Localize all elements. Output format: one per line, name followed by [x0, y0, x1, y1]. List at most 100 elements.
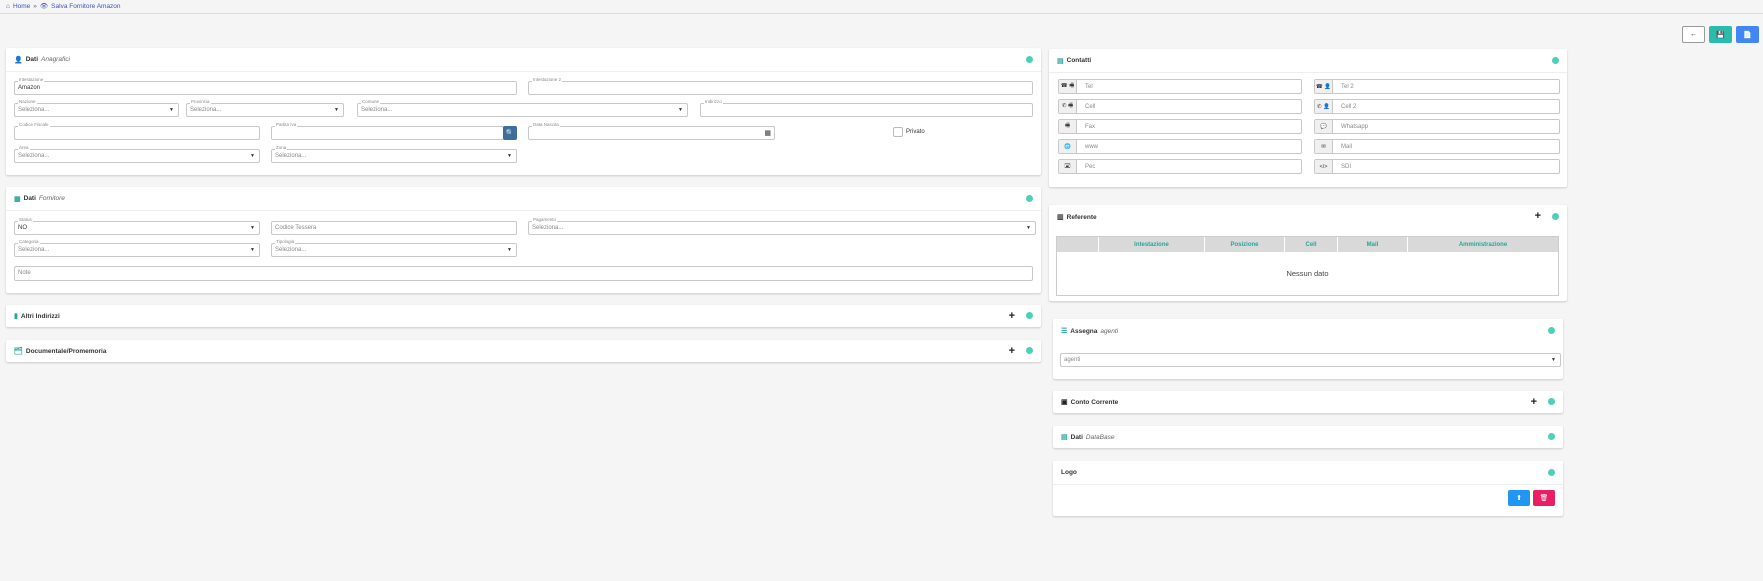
area-label: Area — [18, 145, 30, 150]
comune-select[interactable]: Comune Seleziona... ▼ — [357, 99, 688, 117]
pec-field[interactable]: 🖃 Pec — [1058, 159, 1302, 174]
table-header: Intestazione Posizione Cell Mail Amminis… — [1057, 237, 1558, 252]
cell-field[interactable]: ✆ 🖷 Cell — [1058, 99, 1302, 114]
col-intestazione[interactable]: Intestazione — [1099, 237, 1205, 252]
folder-icon: 🗂 — [14, 348, 23, 355]
add-icon[interactable]: + — [1531, 396, 1537, 408]
col-posizione[interactable]: Posizione — [1205, 237, 1285, 252]
breadcrumb-home[interactable]: Home — [13, 3, 30, 10]
status-dot[interactable] — [1026, 347, 1033, 354]
area-select[interactable]: Area Seleziona... ▼ — [14, 145, 260, 163]
sdi-field[interactable]: </> SDI — [1314, 159, 1560, 174]
card-title: ▥ Referente — [1057, 213, 1097, 222]
note-field[interactable]: Note — [14, 266, 1033, 281]
codice-tessera-field[interactable]: Codice Tessera — [271, 221, 517, 235]
add-icon[interactable]: + — [1009, 345, 1015, 357]
fax-field[interactable]: 🖷 Fax — [1058, 119, 1302, 134]
card-header: ▥ Referente + — [1049, 205, 1567, 229]
status-dot[interactable] — [1026, 195, 1033, 202]
cell2-field[interactable]: ✆ 👤 Cell 2 — [1314, 99, 1560, 114]
privato-label: Privato — [906, 129, 925, 135]
card-header[interactable]: 🗂 Documentale/Promemoria + — [6, 340, 1041, 362]
data-nascita-field[interactable]: Data Nascita ▦ — [528, 122, 775, 140]
status-dot[interactable] — [1552, 57, 1559, 64]
delete-logo-button[interactable]: 🗑 — [1533, 490, 1555, 506]
fax-placeholder: Fax — [1085, 123, 1096, 130]
mail-placeholder: Mail — [1341, 143, 1353, 150]
mobile-fax-icon: ✆ 🖷 — [1059, 100, 1077, 113]
partita-iva-field[interactable]: Partita Iva — [271, 122, 504, 140]
search-icon: 🔍 — [505, 130, 515, 137]
tel2-field[interactable]: ☎ 👤 Tel 2 — [1314, 79, 1560, 94]
chevron-down-icon: ▼ — [250, 225, 255, 231]
title-main: Documentale/Promemoria — [25, 347, 107, 355]
save-button[interactable]: 💾 — [1709, 26, 1732, 43]
status-dot[interactable] — [1548, 469, 1555, 476]
status-dot[interactable] — [1552, 213, 1559, 220]
intestazione-value: Amazon — [18, 85, 41, 91]
cell2-placeholder: Cell 2 — [1341, 103, 1357, 110]
www-field[interactable]: 🌐 www — [1058, 139, 1302, 154]
agenti-select[interactable]: agenti ▼ — [1060, 353, 1561, 367]
title-sub: Anagrafici — [41, 56, 70, 63]
intestazione-field[interactable]: Intestazione Amazon — [14, 77, 517, 95]
privato-checkbox[interactable] — [893, 127, 903, 137]
card-header[interactable]: ▤ Dati DataBase — [1053, 426, 1563, 448]
categoria-select[interactable]: Categoria Seleziona... ▼ — [14, 239, 260, 257]
intestazione2-label: Intestazione 2 — [532, 77, 563, 82]
zona-label: Zona — [275, 145, 288, 150]
add-icon[interactable]: + — [1535, 210, 1541, 222]
cell-placeholder: Cell — [1085, 103, 1096, 110]
card-conto-corrente: ▣ Conto Corrente + — [1053, 391, 1563, 413]
mail-field[interactable]: ✉ Mail — [1314, 139, 1560, 154]
whatsapp-field[interactable]: 💬 Whatsapp — [1314, 119, 1560, 134]
tel-placeholder: Tel — [1085, 83, 1093, 90]
chevron-down-icon: ▼ — [334, 107, 339, 113]
intestazione2-field[interactable]: Intestazione 2 — [528, 77, 1033, 95]
status-select[interactable]: Status NO ▼ — [14, 217, 260, 235]
tel-field[interactable]: ☎ 🖷 Tel — [1058, 79, 1302, 94]
zona-select[interactable]: Zona Seleziona... ▼ — [271, 145, 517, 163]
card-dati-database: ▤ Dati DataBase — [1053, 426, 1563, 448]
document-button[interactable]: 📄 — [1736, 26, 1759, 43]
partita-iva-label: Partita Iva — [275, 122, 298, 127]
user-icon: 👤 — [14, 56, 23, 64]
title-sub: Fornitore — [38, 195, 65, 202]
partita-iva-search-button[interactable]: 🔍 — [503, 126, 517, 140]
status-dot[interactable] — [1548, 433, 1555, 440]
col-cell[interactable]: Cell — [1285, 237, 1338, 252]
breadcrumb-separator: » — [33, 2, 37, 10]
tel2-placeholder: Tel 2 — [1341, 83, 1354, 90]
chevron-down-icon: ▼ — [250, 153, 255, 159]
status-dot[interactable] — [1026, 312, 1033, 319]
status-dot[interactable] — [1026, 56, 1033, 63]
breadcrumb-current[interactable]: Salva Fornitore Amazon — [51, 3, 120, 10]
card-header[interactable]: ▮ Altri Indirizzi + — [6, 305, 1041, 327]
col-amministrazione[interactable]: Amministrazione — [1408, 237, 1558, 252]
title-main: Dati — [1070, 433, 1083, 441]
status-dot[interactable] — [1548, 327, 1555, 334]
chevron-down-icon: ▼ — [507, 247, 512, 253]
status-dot[interactable] — [1548, 398, 1555, 405]
table-empty-message: Nessun dato — [1057, 252, 1558, 295]
upload-logo-button[interactable]: ⬆ — [1508, 490, 1530, 506]
indirizzo-field[interactable]: Indirizzo — [700, 99, 1033, 117]
pagamento-select[interactable]: Pagamento Seleziona... ▼ — [528, 217, 1036, 235]
header-divider — [0, 13, 1763, 14]
add-icon[interactable]: + — [1009, 310, 1015, 322]
card-header[interactable]: ▣ Conto Corrente + — [1053, 391, 1563, 413]
code-icon: </> — [1315, 160, 1333, 173]
phone-user-icon: ☎ 👤 — [1315, 80, 1333, 93]
codice-fiscale-field[interactable]: Codice Fiscale — [14, 122, 260, 140]
provincia-select[interactable]: Provincia Seleziona... ▼ — [186, 99, 344, 117]
card-header: ☰ Assegna agenti — [1053, 319, 1563, 343]
tipologia-select[interactable]: Tipologia Seleziona... ▼ — [271, 239, 517, 257]
calendar-icon[interactable]: ▦ — [764, 129, 771, 137]
building-icon: ▮ — [14, 313, 18, 320]
title-main: Altri Indirizzi — [20, 312, 60, 320]
nazione-select[interactable]: Nazione Seleziona... ▼ — [14, 99, 179, 117]
col-mail[interactable]: Mail — [1338, 237, 1408, 252]
card-header: ▦ Dati Fornitore — [6, 187, 1041, 211]
back-button[interactable]: ← — [1682, 26, 1705, 43]
card-title: ▤ Dati DataBase — [1061, 433, 1114, 442]
